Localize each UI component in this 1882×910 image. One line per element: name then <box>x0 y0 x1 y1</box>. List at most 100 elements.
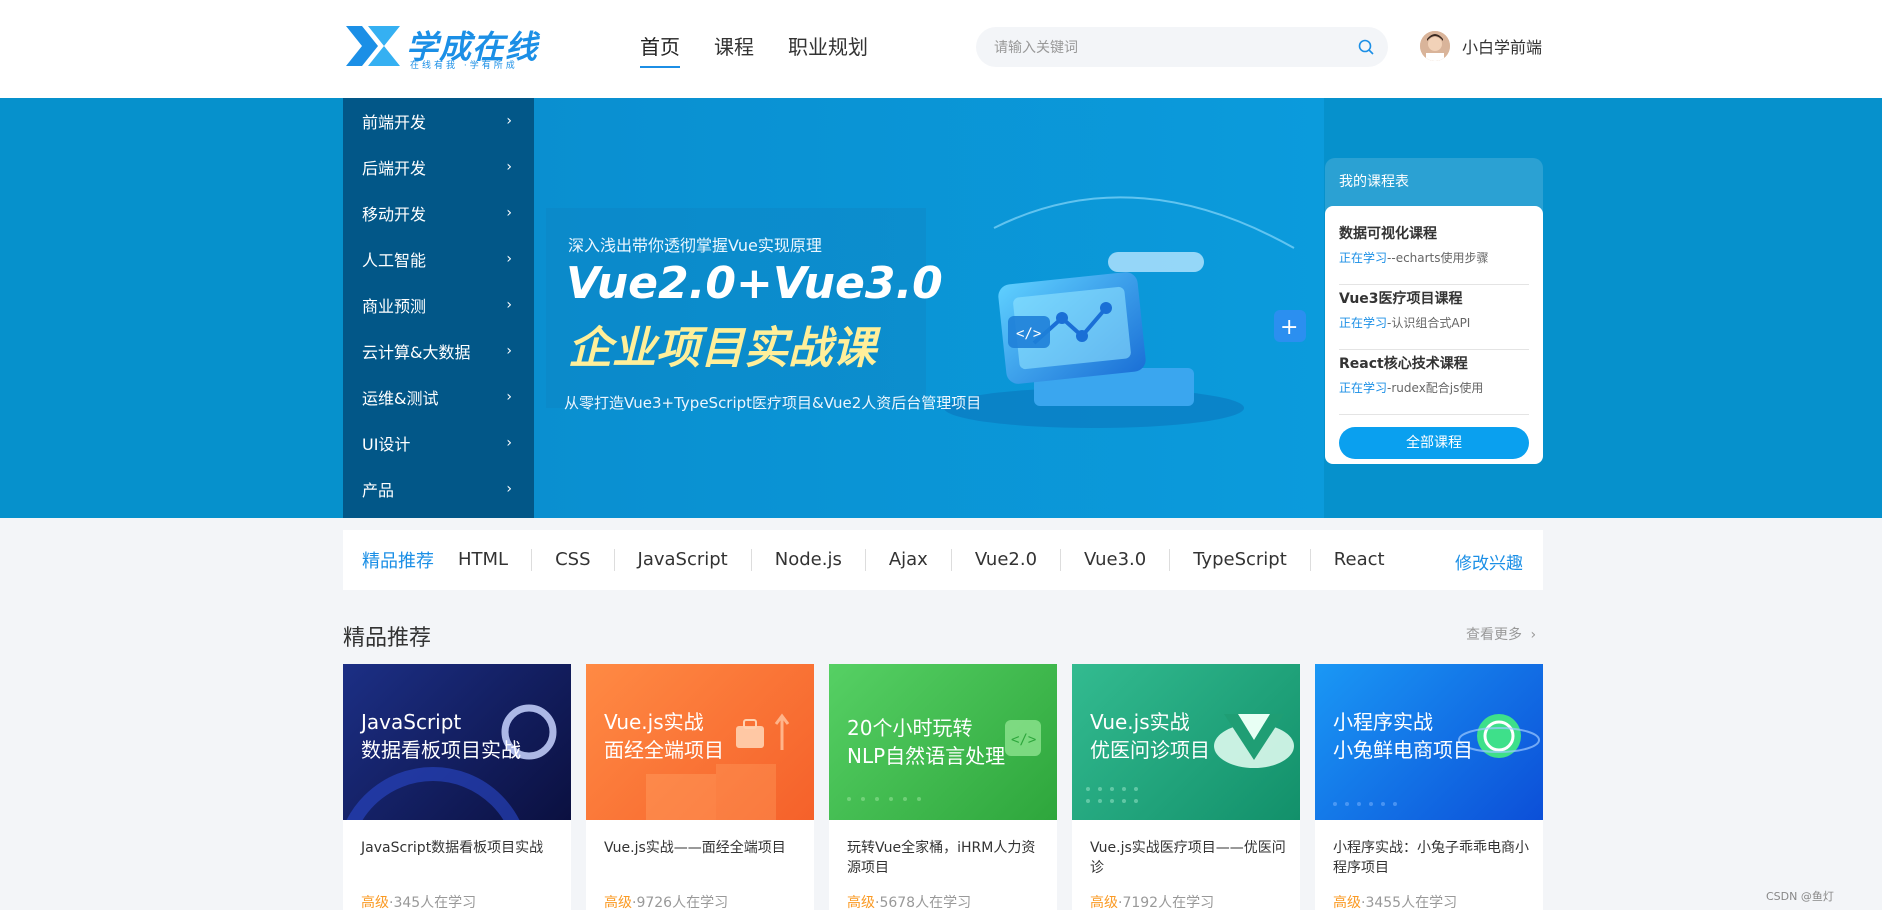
banner-desc: 从零打造Vue3+TypeScript医疗项目&Vue2人资后台管理项目 <box>564 394 982 412</box>
course-card[interactable]: JavaScript 数据看板项目实战 JavaScript数据看板项目实战 高… <box>343 664 571 910</box>
svg-text:</>: </> <box>1011 732 1036 748</box>
main-nav: 首页 课程 职业规划 <box>640 28 902 68</box>
nav-item-courses[interactable]: 课程 <box>714 28 754 68</box>
logo[interactable]: 学成在线 在线有我 ·学有所成 <box>344 22 544 72</box>
course-cover: 小程序实战 小兔鲜电商项目 <box>1315 664 1543 820</box>
chevron-right-icon: › <box>506 435 512 451</box>
schedule-course-name: 数据可视化课程 <box>1339 226 1437 242</box>
course-cover-text: 小程序实战 小兔鲜电商项目 <box>1333 710 1473 762</box>
schedule-progress: 正在学习-认识组合式API <box>1339 316 1471 330</box>
sidebar-item-ai[interactable]: 人工智能 › <box>343 236 534 282</box>
course-schedule: 我的课程表 数据可视化课程 正在学习--echarts使用步骤 Vue3医疗项目… <box>1325 158 1543 464</box>
sidebar-item-label: 云计算&大数据 <box>362 343 471 362</box>
course-list: JavaScript 数据看板项目实战 JavaScript数据看板项目实战 高… <box>343 664 1543 910</box>
schedule-title: 我的课程表 <box>1339 174 1409 190</box>
course-meta: 高级·7192人在学习 <box>1090 895 1215 910</box>
edit-interests-link[interactable]: 修改兴趣 <box>1455 549 1523 574</box>
course-cover-text: JavaScript 数据看板项目实战 <box>361 710 521 762</box>
logo-mark-icon <box>346 26 400 66</box>
chevron-right-icon: › <box>1530 627 1537 643</box>
chevron-right-icon: › <box>506 389 512 405</box>
sidebar-item-ops[interactable]: 运维&测试 › <box>343 374 534 420</box>
avatar[interactable] <box>1420 31 1450 61</box>
svg-text:+: + <box>1280 315 1298 340</box>
tag-javascript[interactable]: JavaScript <box>613 549 751 571</box>
banner-title-2: 企业项目实战课 <box>568 323 876 374</box>
course-meta: 高级·9726人在学习 <box>604 895 729 910</box>
schedule-list: 数据可视化课程 正在学习--echarts使用步骤 Vue3医疗项目课程 正在学… <box>1325 206 1543 464</box>
brand-slogan: 在线有我 ·学有所成 <box>410 61 518 71</box>
sidebar-item-label: 商业预测 <box>362 297 427 316</box>
user-menu[interactable]: 小白学前端 <box>1420 30 1542 62</box>
nav-item-home[interactable]: 首页 <box>640 28 680 68</box>
tag-typescript[interactable]: TypeScript <box>1169 549 1310 571</box>
sidebar-item-product[interactable]: 产品 › <box>343 466 534 512</box>
course-meta: 高级·5678人在学习 <box>847 895 972 910</box>
tag-react[interactable]: React <box>1309 549 1408 571</box>
view-more-label: 查看更多 <box>1466 627 1522 643</box>
sidebar-item-cloud[interactable]: 云计算&大数据 › <box>343 328 534 374</box>
banner-image[interactable]: </> + 深入浅出带你透彻掌握Vue实现原理 Vue2.0+Vue3.0 企业… <box>534 98 1324 518</box>
search-input[interactable] <box>994 27 1334 67</box>
sidebar-item-ui[interactable]: UI设计 › <box>343 420 534 466</box>
banner-subtitle: 深入浅出带你透彻掌握Vue实现原理 <box>568 236 822 255</box>
tag-css[interactable]: CSS <box>531 549 613 571</box>
sidebar-item-label: 后端开发 <box>362 159 427 178</box>
schedule-course-name: Vue3医疗项目课程 <box>1339 291 1463 307</box>
chevron-right-icon: › <box>506 159 512 175</box>
sidebar-item-frontend[interactable]: 前端开发 › <box>343 98 534 144</box>
schedule-item[interactable]: Vue3医疗项目课程 正在学习-认识组合式API <box>1339 285 1529 350</box>
avatar-face-icon <box>1420 31 1450 61</box>
interest-tags: 精品推荐 HTML CSS JavaScript Node.js Ajax Vu… <box>343 530 1543 590</box>
schedule-progress: 正在学习-rudex配合js使用 <box>1339 381 1484 395</box>
course-card[interactable]: </> 20个小时玩转 NLP自然语言处理 玩转Vue全家桶，iHRM人力资源项… <box>829 664 1057 910</box>
tag-nodejs[interactable]: Node.js <box>750 549 865 571</box>
schedule-course-name: React核心技术课程 <box>1339 356 1468 372</box>
tag-html[interactable]: HTML <box>446 549 531 571</box>
course-name: 玩转Vue全家桶，iHRM人力资源项目 <box>847 840 1036 876</box>
schedule-progress: 正在学习--echarts使用步骤 <box>1339 251 1489 265</box>
chevron-right-icon: › <box>506 343 512 359</box>
tag-vue3[interactable]: Vue3.0 <box>1060 549 1169 571</box>
watermark: CSDN @鱼灯 <box>1766 890 1834 903</box>
search-box <box>976 27 1388 67</box>
chevron-right-icon: › <box>506 205 512 221</box>
course-card[interactable]: Vue.js实战 优医问诊项目 Vue.js实战医疗项目——优医问诊 高级·71… <box>1072 664 1300 910</box>
course-name: Vue.js实战——面经全端项目 <box>604 840 786 856</box>
course-meta: 高级·345人在学习 <box>361 895 477 910</box>
svg-text:</>: </> <box>1016 326 1041 342</box>
tags-title: 精品推荐 <box>362 551 434 572</box>
course-cover: Vue.js实战 面经全端项目 <box>586 664 814 820</box>
all-courses-button[interactable]: 全部课程 <box>1339 427 1529 459</box>
sidebar-item-backend[interactable]: 后端开发 › <box>343 144 534 190</box>
course-card[interactable]: 小程序实战 小兔鲜电商项目 小程序实战：小兔子乖乖电商小程序项目 高级·3455… <box>1315 664 1543 910</box>
sidebar-item-mobile[interactable]: 移动开发 › <box>343 190 534 236</box>
course-cover-text: Vue.js实战 面经全端项目 <box>604 710 724 762</box>
chevron-right-icon: › <box>506 481 512 497</box>
course-cover: Vue.js实战 优医问诊项目 <box>1072 664 1300 820</box>
course-card[interactable]: Vue.js实战 面经全端项目 Vue.js实战——面经全端项目 高级·9726… <box>586 664 814 910</box>
category-sidebar: 前端开发 › 后端开发 › 移动开发 › 人工智能 › 商业预测 › 云计算&大数据 › 运… <box>343 98 534 518</box>
sidebar-item-label: 前端开发 <box>362 113 427 132</box>
chevron-right-icon: › <box>506 113 512 129</box>
section-title: 精品推荐 <box>343 626 432 651</box>
sidebar-item-label: UI设计 <box>362 435 411 454</box>
search-icon[interactable] <box>1358 39 1374 55</box>
chevron-right-icon: › <box>506 297 512 313</box>
course-name: Vue.js实战医疗项目——优医问诊 <box>1090 840 1286 876</box>
tag-ajax[interactable]: Ajax <box>864 549 951 571</box>
schedule-item[interactable]: React核心技术课程 正在学习-rudex配合js使用 <box>1339 350 1529 415</box>
sidebar-item-business[interactable]: 商业预测 › <box>343 282 534 328</box>
view-more-link[interactable]: 查看更多 › <box>1466 624 1536 644</box>
schedule-item[interactable]: 数据可视化课程 正在学习--echarts使用步骤 <box>1339 220 1529 285</box>
username[interactable]: 小白学前端 <box>1462 34 1542 58</box>
course-name: 小程序实战：小兔子乖乖电商小程序项目 <box>1333 840 1529 876</box>
header: 学成在线 在线有我 ·学有所成 首页 课程 职业规划 小白学前端 <box>0 0 1882 98</box>
banner-title-1: Vue2.0+Vue3.0 <box>566 258 943 309</box>
course-cover: </> 20个小时玩转 NLP自然语言处理 <box>829 664 1057 820</box>
tag-vue2[interactable]: Vue2.0 <box>950 549 1060 571</box>
banner: </> + 深入浅出带你透彻掌握Vue实现原理 Vue2.0+Vue3.0 企业… <box>0 98 1882 518</box>
sidebar-item-label: 产品 <box>362 481 395 500</box>
nav-item-career[interactable]: 职业规划 <box>788 28 868 68</box>
sidebar-item-label: 人工智能 <box>362 251 427 270</box>
